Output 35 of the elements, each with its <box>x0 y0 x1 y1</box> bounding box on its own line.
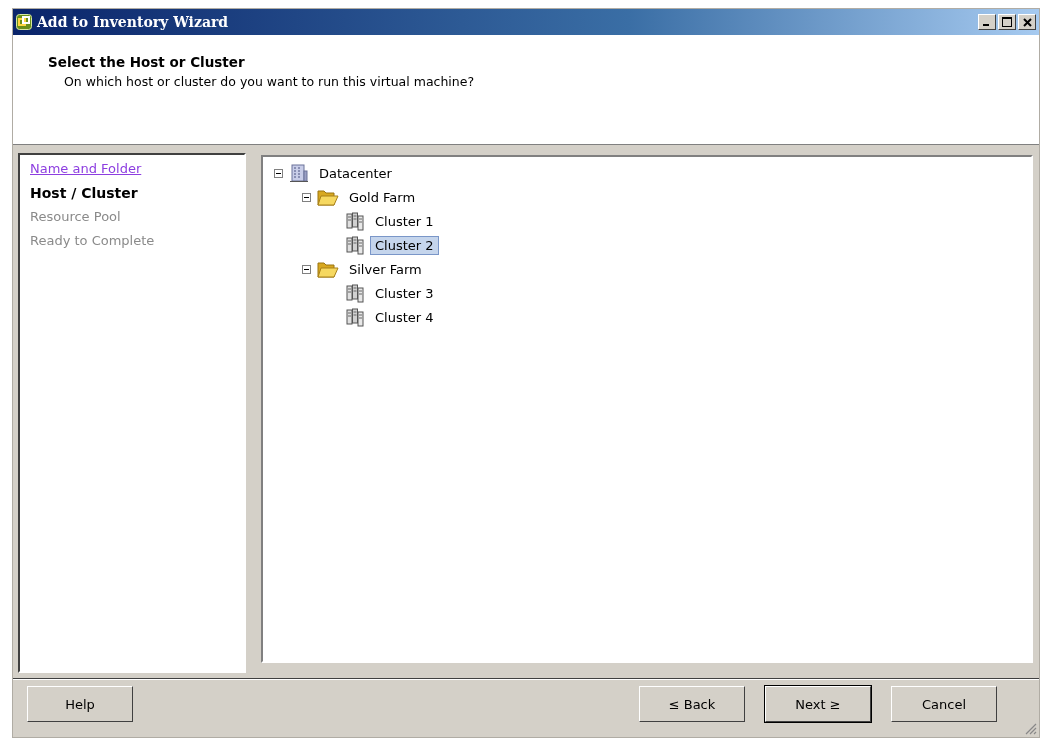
help-button[interactable]: Help <box>27 686 133 722</box>
page-title: Select the Host or Cluster <box>48 54 246 70</box>
back-button[interactable]: ≤ Back <box>639 686 745 722</box>
server-cluster-icon <box>345 283 365 303</box>
tree-item[interactable]: Cluster 2 <box>371 236 438 254</box>
tree-item[interactable]: Silver Farm <box>345 260 426 278</box>
maximize-icon <box>1002 17 1012 27</box>
step-link[interactable]: Name and Folder <box>30 159 142 179</box>
tree-item[interactable]: Cluster 4 <box>371 308 438 326</box>
server-cluster-icon <box>345 235 365 255</box>
step-label: Host / Cluster <box>30 184 138 203</box>
step-label: Ready to Complete <box>30 232 155 250</box>
next-button[interactable]: Next ≥ <box>765 686 871 722</box>
tree-item[interactable]: Datacenter <box>315 164 396 182</box>
collapse-icon[interactable] <box>274 168 283 178</box>
resize-grip-icon[interactable] <box>1023 721 1037 735</box>
cancel-button[interactable]: Cancel <box>891 686 997 722</box>
building-icon <box>289 163 309 183</box>
maximize-button[interactable] <box>998 14 1016 30</box>
tree-item[interactable]: Cluster 3 <box>371 284 438 302</box>
folder-icon <box>317 259 339 279</box>
folder-icon <box>317 187 339 207</box>
collapse-icon[interactable] <box>302 264 311 274</box>
tree-item[interactable]: Cluster 1 <box>371 212 438 230</box>
page-subtitle: On which host or cluster do you want to run this virtual machine? <box>64 74 476 89</box>
server-cluster-icon <box>345 211 365 231</box>
tree-item[interactable]: Gold Farm <box>345 188 420 206</box>
close-button[interactable] <box>1018 14 1036 30</box>
close-icon <box>1022 17 1032 27</box>
app-icon <box>16 14 32 30</box>
window-title: Add to Inventory Wizard <box>37 14 229 30</box>
step-label: Resource Pool <box>30 208 121 226</box>
server-cluster-icon <box>345 307 365 327</box>
minimize-button[interactable] <box>978 14 996 30</box>
collapse-icon[interactable] <box>302 192 311 202</box>
